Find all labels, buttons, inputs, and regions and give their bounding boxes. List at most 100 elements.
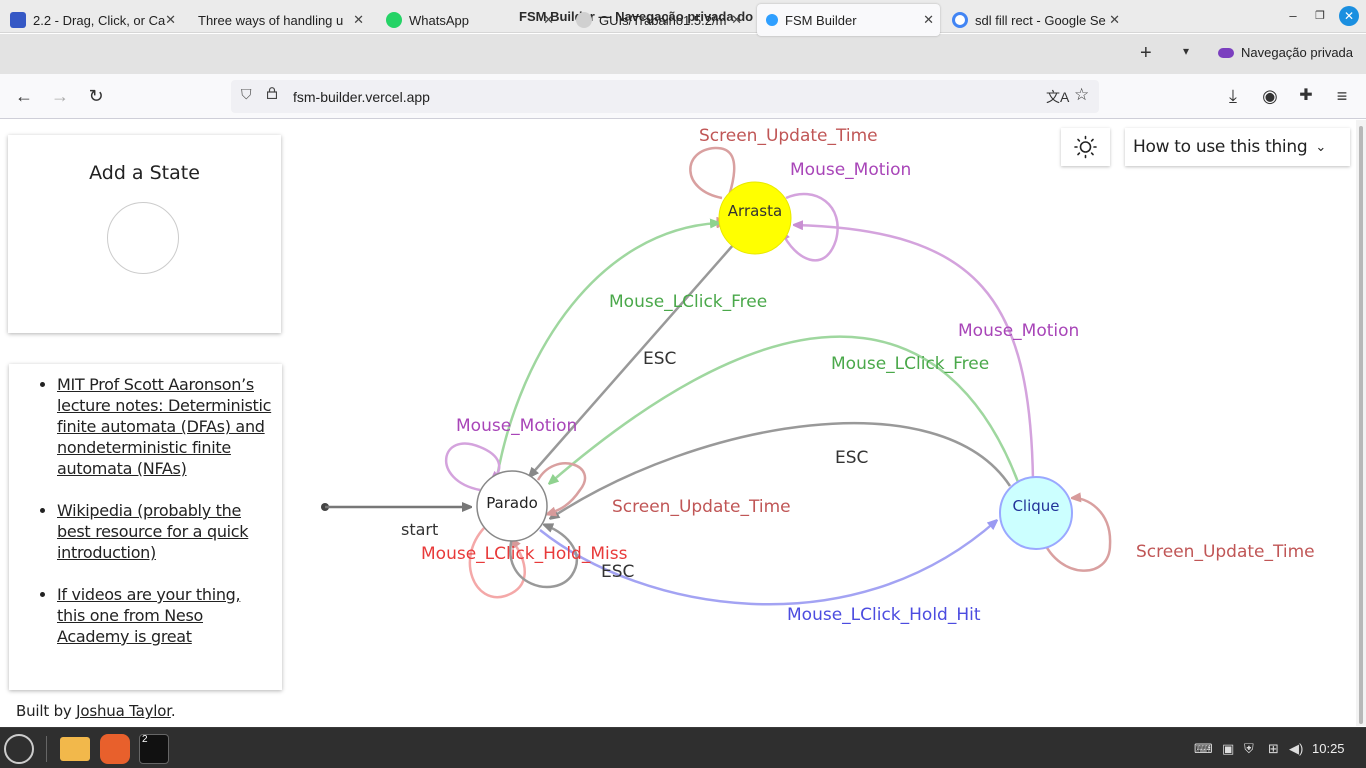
label-clique-self-update: Screen_Update_Time — [1136, 542, 1315, 562]
terminal-icon[interactable]: 2 — [139, 734, 169, 764]
navigation-bar: ← → ↻ ⛉ fsm-builder.vercel.app 文A ☆ ⤓ ◉ … — [0, 74, 1366, 119]
firefox-icon[interactable] — [100, 734, 130, 764]
start-label: start — [401, 520, 438, 539]
lock-icon[interactable] — [267, 87, 277, 99]
list-item: If videos are your thing, this one from … — [57, 584, 272, 647]
label-parado-clique: Mouse_LClick_Hold_Hit — [787, 605, 981, 625]
label-arrasta-self-motion: Mouse_Motion — [790, 160, 911, 180]
close-tab-icon[interactable]: ✕ — [731, 12, 742, 28]
tab-google-search[interactable]: sdl fill rect - Google Se ✕ — [950, 4, 1126, 36]
new-state-draggable[interactable] — [107, 202, 179, 274]
url-bar[interactable]: ⛉ fsm-builder.vercel.app 文A ☆ — [231, 80, 1099, 113]
shield-icon[interactable]: ⛉ — [241, 86, 252, 103]
translate-icon[interactable]: 文A — [1046, 87, 1069, 107]
edge-parado-arrasta[interactable] — [495, 223, 718, 478]
page-scrollbar[interactable] — [1356, 120, 1366, 726]
link-wikipedia[interactable]: Wikipedia (probably the best resource fo… — [57, 501, 249, 562]
built-by-prefix: Built by — [16, 702, 77, 720]
label-parado-arrasta: Mouse_LClick_Free — [609, 292, 767, 312]
forward-arrow-icon[interactable]: → — [48, 84, 72, 108]
tab-label: 2.2 - Drag, Click, or Ca — [33, 12, 166, 28]
whatsapp-icon — [386, 12, 402, 28]
bookmark-star-icon[interactable]: ☆ — [1074, 85, 1089, 105]
github-icon — [576, 12, 592, 28]
label-parado-self-esc: ESC — [601, 562, 634, 582]
resources-panel: MIT Prof Scott Aaronson’s lecture notes:… — [9, 364, 282, 690]
link-aaronson-notes[interactable]: MIT Prof Scott Aaronson’s lecture notes:… — [57, 375, 271, 478]
sun-icon — [1074, 135, 1097, 159]
scrollbar-thumb[interactable] — [1359, 126, 1363, 724]
volume-icon[interactable]: ◀) — [1289, 741, 1303, 757]
label-parado-self-motion: Mouse_Motion — [456, 416, 577, 436]
new-tab-button[interactable]: + — [1140, 42, 1152, 65]
how-to-use-label: How to use this thing — [1133, 137, 1308, 157]
keyboard-icon[interactable]: ⌨ — [1194, 741, 1213, 757]
account-icon[interactable]: ◉ — [1258, 84, 1282, 108]
tab-github[interactable]: GUIs/Trabalho1.5.2/m ✕ — [574, 4, 748, 36]
close-tab-icon[interactable]: ✕ — [165, 12, 176, 28]
private-browsing-indicator: Navegação privada — [1218, 45, 1353, 60]
google-icon — [952, 12, 968, 28]
theme-toggle-button[interactable] — [1061, 128, 1110, 166]
chevron-down-icon: ⌄ — [1315, 139, 1326, 155]
label-clique-parado-esc: ESC — [835, 448, 868, 468]
reload-icon[interactable]: ↻ — [84, 84, 108, 108]
tab-label: Three ways of handling u — [198, 12, 344, 28]
clock[interactable]: 10:25 — [1312, 741, 1345, 756]
download-icon[interactable]: ⤓ — [1221, 84, 1245, 108]
files-icon[interactable] — [60, 737, 90, 761]
resources-list: MIT Prof Scott Aaronson’s lecture notes:… — [57, 374, 272, 668]
mint-menu-icon[interactable] — [4, 734, 34, 764]
built-by-suffix: . — [170, 702, 176, 720]
menu-icon[interactable]: ≡ — [1330, 84, 1354, 108]
state-label-clique: Clique — [1012, 497, 1059, 515]
extensions-icon[interactable]: ✚ — [1294, 84, 1318, 108]
taskbar: 2 ⌨ ▣ ⛨ ⊞ ◀) 10:25 — [0, 727, 1366, 768]
state-label-arrasta: Arrasta — [728, 202, 782, 220]
tab-label: sdl fill rect - Google Se — [975, 12, 1106, 28]
list-tabs-button[interactable]: ▾ — [1183, 44, 1189, 58]
close-tab-icon[interactable]: ✕ — [923, 12, 934, 28]
author-link[interactable]: Joshua Taylor — [76, 702, 171, 720]
network-icon[interactable]: ⊞ — [1268, 741, 1279, 757]
label-arrasta-self-update: Screen_Update_Time — [699, 126, 878, 146]
label-clique-parado-free: Mouse_LClick_Free — [831, 354, 989, 374]
tab-label: FSM Builder — [785, 12, 857, 28]
taskbar-divider — [46, 736, 47, 762]
private-label: Navegação privada — [1241, 45, 1354, 60]
private-mask-icon — [1218, 47, 1234, 58]
label-arrasta-parado: ESC — [643, 349, 676, 369]
close-button[interactable]: ✕ — [1339, 6, 1359, 26]
tab-fsm-builder[interactable]: FSM Builder ✕ — [757, 4, 940, 36]
shield-tray-icon[interactable]: ⛨ — [1244, 741, 1254, 757]
close-tab-icon[interactable]: ✕ — [543, 12, 554, 28]
url-text[interactable]: fsm-builder.vercel.app — [293, 89, 430, 105]
state-label-parado: Parado — [486, 494, 538, 512]
link-neso-academy[interactable]: If videos are your thing, this one from … — [57, 585, 241, 646]
list-item: MIT Prof Scott Aaronson’s lecture notes:… — [57, 374, 272, 479]
clipboard-icon[interactable]: ▣ — [1222, 741, 1234, 757]
edge-arrasta-parado[interactable] — [530, 243, 735, 476]
maximize-button[interactable]: ❐ — [1310, 6, 1330, 26]
built-by-footer: Built by Joshua Taylor. — [16, 702, 176, 720]
list-item: Wikipedia (probably the best resource fo… — [57, 500, 272, 563]
tab-label: WhatsApp — [409, 12, 469, 28]
terminal-badge: 2 — [142, 734, 148, 745]
page-content: start Parado Arrasta Clique Screen_Updat… — [0, 120, 1356, 726]
add-state-title: Add a State — [89, 162, 200, 184]
minimize-button[interactable]: – — [1283, 6, 1303, 26]
tab-label: GUIs/Trabalho1.5.2/m — [599, 12, 727, 28]
back-arrow-icon[interactable]: ← — [12, 84, 36, 108]
tab-whatsapp[interactable]: WhatsApp ✕ — [384, 4, 560, 36]
moodle-icon — [10, 12, 26, 28]
how-to-use-dropdown[interactable]: How to use this thing ⌄ — [1125, 128, 1350, 166]
tab-drag-click[interactable]: 2.2 - Drag, Click, or Ca ✕ — [6, 4, 182, 36]
close-tab-icon[interactable]: ✕ — [353, 12, 364, 28]
fsm-icon — [766, 14, 778, 26]
close-tab-icon[interactable]: ✕ — [1109, 12, 1120, 28]
tab-three-ways[interactable]: Three ways of handling u ✕ — [192, 4, 370, 36]
add-state-panel: Add a State — [8, 135, 281, 333]
label-parado-self-miss: Mouse_LClick_Hold_Miss — [421, 544, 628, 564]
label-clique-arrasta: Mouse_Motion — [958, 321, 1079, 341]
label-parado-self-update: Screen_Update_Time — [612, 497, 791, 517]
